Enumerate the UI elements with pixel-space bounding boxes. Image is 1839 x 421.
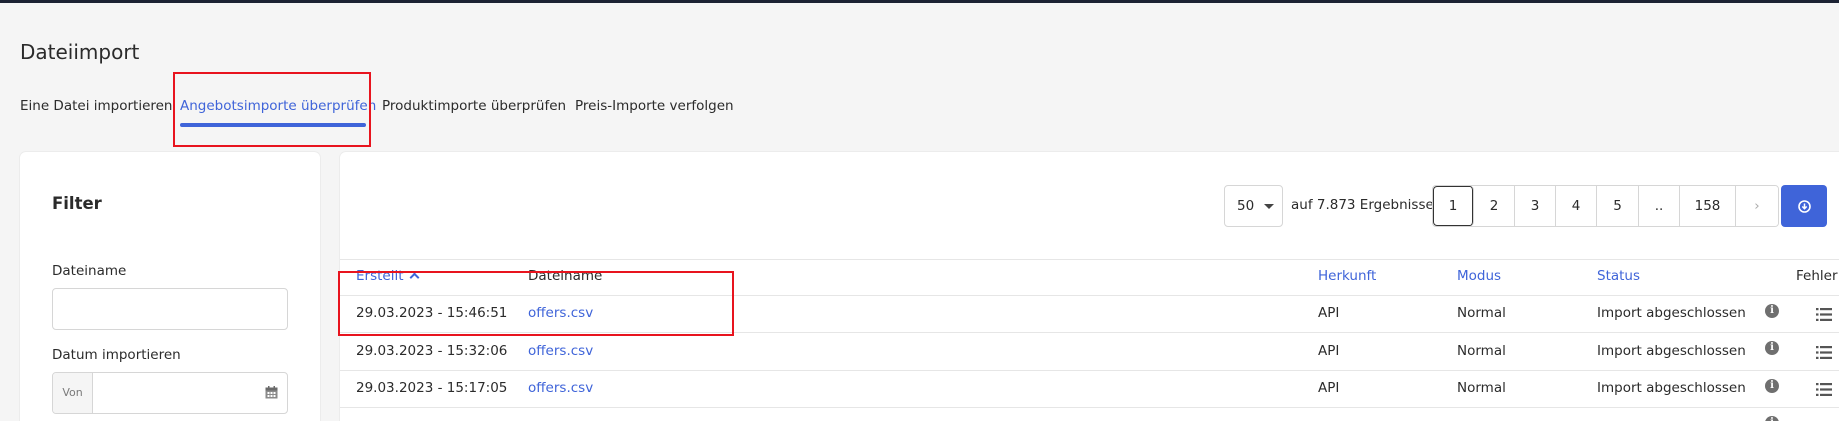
cell-origin: API — [1318, 305, 1340, 321]
per-page-select[interactable]: 50 — [1224, 185, 1283, 227]
list-icon[interactable] — [1816, 346, 1832, 359]
date-from-input[interactable]: Von — [52, 372, 288, 414]
list-icon[interactable] — [1816, 308, 1832, 321]
column-header-origin[interactable]: Herkunft — [1318, 268, 1376, 284]
filter-panel: Filter Dateiname Datum importieren Von — [20, 152, 320, 421]
date-label: Datum importieren — [52, 347, 181, 363]
cell-mode: Normal — [1457, 380, 1506, 396]
column-header-errors: Fehler — [1796, 268, 1838, 284]
filename-label: Dateiname — [52, 263, 127, 279]
page-button-3[interactable]: 3 — [1515, 186, 1556, 226]
chevron-up-icon — [409, 272, 419, 283]
pagination: 1 2 3 4 5 .. 158 › — [1432, 185, 1779, 227]
row-divider — [340, 407, 1839, 408]
page-button-1[interactable]: 1 — [1433, 186, 1474, 226]
tab-product-imports[interactable]: Produktimporte überprüfen — [382, 98, 566, 114]
column-header-mode[interactable]: Modus — [1457, 268, 1501, 284]
cell-filename-link[interactable]: offers.csv — [528, 305, 593, 321]
cell-created: 29.03.2023 - 15:46:51 — [356, 305, 508, 321]
cell-created: 29.03.2023 - 15:32:06 — [356, 343, 508, 359]
per-page-value: 50 — [1237, 198, 1255, 214]
info-icon[interactable]: i — [1765, 416, 1779, 421]
info-icon[interactable]: i — [1765, 379, 1779, 393]
page-title: Dateiimport — [20, 40, 140, 64]
filter-title: Filter — [52, 194, 102, 213]
page-button-5[interactable]: 5 — [1597, 186, 1639, 226]
next-page-button[interactable]: › — [1736, 186, 1778, 226]
cell-status: Import abgeschlossen — [1597, 343, 1746, 359]
cell-filename-link[interactable]: offers.csv — [528, 343, 593, 359]
cell-mode: Normal — [1457, 305, 1506, 321]
row-divider — [340, 295, 1839, 296]
calendar-icon[interactable] — [265, 386, 278, 399]
filename-input[interactable] — [52, 288, 288, 330]
chevron-down-icon — [1264, 204, 1274, 209]
results-count: auf 7.873 Ergebnisse — [1291, 197, 1434, 213]
page-button-2[interactable]: 2 — [1474, 186, 1515, 226]
top-bar — [0, 0, 1839, 3]
list-icon[interactable] — [1816, 383, 1832, 396]
date-from-prefix: Von — [53, 373, 93, 413]
row-divider — [340, 332, 1839, 333]
results-panel: 50 auf 7.873 Ergebnisse 1 2 3 4 5 .. 158… — [340, 152, 1839, 421]
table-header-divider — [340, 259, 1839, 260]
page-ellipsis: .. — [1639, 186, 1680, 226]
cell-status: Import abgeschlossen — [1597, 380, 1746, 396]
column-header-status[interactable]: Status — [1597, 268, 1640, 284]
cell-origin: API — [1318, 380, 1340, 396]
tab-price-imports[interactable]: Preis-Importe verfolgen — [575, 98, 734, 114]
tab-offer-imports[interactable]: Angebotsimporte überprüfen — [180, 98, 376, 114]
page-button-last[interactable]: 158 — [1680, 186, 1736, 226]
cell-filename-link[interactable]: offers.csv — [528, 380, 593, 396]
active-tab-indicator — [180, 123, 366, 127]
info-icon[interactable]: i — [1765, 341, 1779, 355]
cell-origin: API — [1318, 343, 1340, 359]
column-header-filename: Dateiname — [528, 268, 603, 284]
row-divider — [340, 370, 1839, 371]
column-header-created[interactable]: Erstellt — [356, 268, 419, 284]
download-icon — [1797, 199, 1811, 213]
download-button[interactable] — [1781, 185, 1827, 227]
info-icon[interactable]: i — [1765, 304, 1779, 318]
cell-status: Import abgeschlossen — [1597, 305, 1746, 321]
cell-created: 29.03.2023 - 15:17:05 — [356, 380, 508, 396]
cell-mode: Normal — [1457, 343, 1506, 359]
page-button-4[interactable]: 4 — [1556, 186, 1597, 226]
tab-import-file[interactable]: Eine Datei importieren — [20, 98, 173, 114]
